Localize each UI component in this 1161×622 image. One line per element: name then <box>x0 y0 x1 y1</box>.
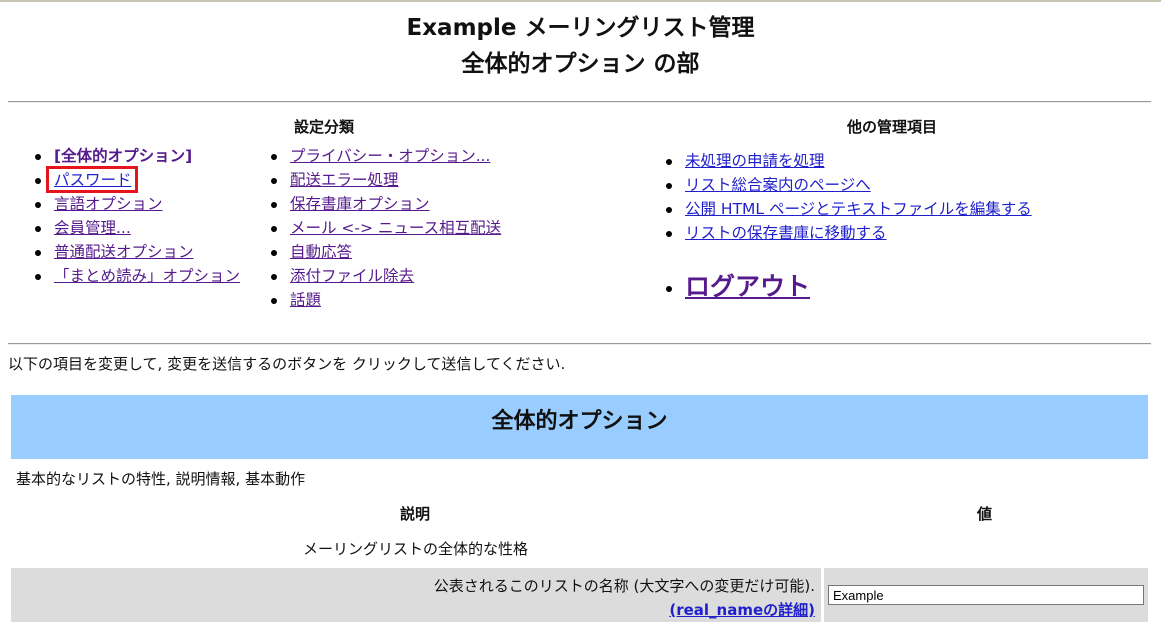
section-banner: 全体的オプション <box>11 395 1148 459</box>
divider-top <box>8 101 1151 103</box>
option-label: 公表されるこのリストの名称 (大文字への変更だけ可能). (real_nameの… <box>434 574 815 622</box>
category-link-topics[interactable]: 話題 <box>290 291 321 309</box>
category-item-members[interactable]: 会員管理... <box>35 216 240 240</box>
category-item-nondigest[interactable]: 普通配送オプション <box>35 240 240 264</box>
logout-link[interactable]: ログアウト <box>685 272 810 301</box>
highlight-box <box>46 166 138 193</box>
admin-item-pending[interactable]: 未処理の申請を処理 <box>666 149 1032 173</box>
categories-list-2: プライバシー・オプション... 配送エラー処理 保存書庫オプション メール <-… <box>271 144 501 312</box>
option-row-real-name: 公表されるこのリストの名称 (大文字への変更だけ可能). (real_nameの… <box>11 568 1148 622</box>
categories-heading: 設定分類 <box>294 118 355 136</box>
category-link-language[interactable]: 言語オプション <box>54 195 163 213</box>
category-link-archive[interactable]: 保存書庫オプション <box>290 195 430 213</box>
category-current-label[interactable]: [全体的オプション] <box>54 147 192 165</box>
category-item-contentfilter[interactable]: 添付ファイル除去 <box>271 264 501 288</box>
other-admin-list: 未処理の申請を処理 リスト総合案内のページへ 公開 HTML ページとテキストフ… <box>666 149 1032 245</box>
category-item-privacy[interactable]: プライバシー・オプション... <box>271 144 501 168</box>
page-title-line1: Example メーリングリスト管理 <box>406 15 755 41</box>
category-item-autoreply[interactable]: 自動応答 <box>271 240 501 264</box>
admin-item-archive[interactable]: リストの保存書庫に移動する <box>666 221 1032 245</box>
admin-link-pending[interactable]: 未処理の申請を処理 <box>685 152 825 170</box>
other-admin-heading: 他の管理項目 <box>847 118 938 136</box>
category-link-members[interactable]: 会員管理... <box>54 219 131 237</box>
real-name-input[interactable] <box>828 585 1144 605</box>
category-item-digest[interactable]: 「まとめ読み」オプション <box>35 264 240 288</box>
column-header-value: 値 <box>977 505 993 523</box>
row-divider <box>821 568 824 622</box>
instructions-text: 以下の項目を変更して, 変更を送信するのボタンを クリックして送信してください. <box>8 355 566 373</box>
admin-item-listinfo[interactable]: リスト総合案内のページへ <box>666 173 1032 197</box>
top-border <box>0 0 1161 2</box>
divider-middle <box>8 343 1151 345</box>
category-link-bounce[interactable]: 配送エラー処理 <box>290 171 399 189</box>
category-item-gateway[interactable]: メール <-> ニュース相互配送 <box>271 216 501 240</box>
logout-list: ログアウト <box>666 272 810 302</box>
category-link-autoreply[interactable]: 自動応答 <box>290 243 352 261</box>
category-item-bounce[interactable]: 配送エラー処理 <box>271 168 501 192</box>
category-item-language[interactable]: 言語オプション <box>35 192 240 216</box>
page-title: Example メーリングリスト管理 全体的オプション の部 <box>0 10 1161 82</box>
section-title: 全体的オプション <box>491 409 668 434</box>
admin-link-listinfo[interactable]: リスト総合案内のページへ <box>685 176 871 194</box>
details-link[interactable]: (real_nameの詳細) <box>669 601 815 619</box>
category-link-nondigest[interactable]: 普通配送オプション <box>54 243 194 261</box>
category-item-topics[interactable]: 話題 <box>271 288 501 312</box>
category-link-gateway[interactable]: メール <-> ニュース相互配送 <box>290 219 501 237</box>
column-header-description: 説明 <box>400 505 431 523</box>
category-link-contentfilter[interactable]: 添付ファイル除去 <box>290 267 414 285</box>
admin-link-archive[interactable]: リストの保存書庫に移動する <box>685 224 887 242</box>
section-description: 基本的なリストの特性, 説明情報, 基本動作 <box>16 470 306 488</box>
category-item-archive[interactable]: 保存書庫オプション <box>271 192 501 216</box>
category-link-digest[interactable]: 「まとめ読み」オプション <box>54 267 240 285</box>
logout-item[interactable]: ログアウト <box>666 272 810 302</box>
category-item-general[interactable]: [全体的オプション] <box>35 144 240 168</box>
admin-link-edithtml[interactable]: 公開 HTML ページとテキストファイルを編集する <box>685 200 1032 218</box>
subsection-heading: メーリングリストの全体的な性格 <box>302 540 528 558</box>
category-link-privacy[interactable]: プライバシー・オプション... <box>290 147 490 165</box>
option-label-text: 公表されるこのリストの名称 (大文字への変更だけ可能). <box>433 577 815 595</box>
admin-item-edithtml[interactable]: 公開 HTML ページとテキストファイルを編集する <box>666 197 1032 221</box>
page-title-line2: 全体的オプション の部 <box>461 51 700 77</box>
